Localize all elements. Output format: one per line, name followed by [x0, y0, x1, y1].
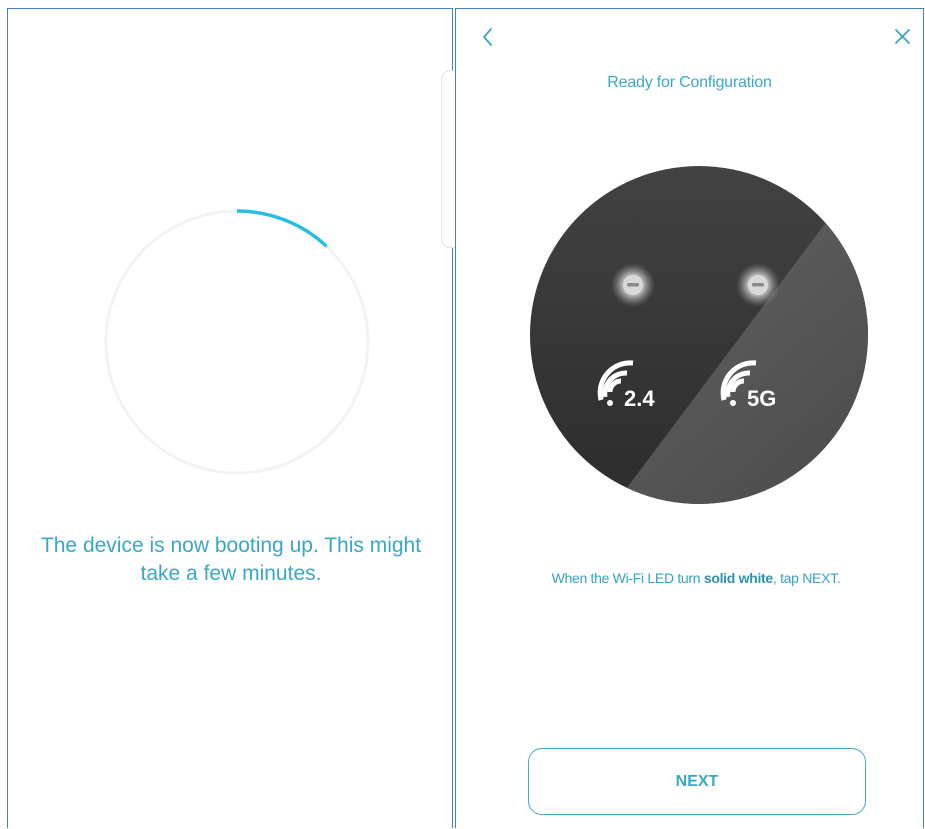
instruction-emphasis: solid white: [703, 570, 773, 586]
next-button[interactable]: NEXT: [528, 748, 866, 815]
router-top-illustration: 2.4 5G: [530, 166, 868, 504]
led-indicator-24: [611, 263, 655, 307]
chevron-left-icon: [483, 28, 492, 46]
close-button[interactable]: [888, 23, 916, 51]
led-indicator-5g: [736, 263, 780, 307]
loading-spinner: [104, 209, 370, 475]
boot-message: The device is now booting up. This might…: [40, 534, 422, 585]
boot-screen: The device is now booting up. This might…: [7, 8, 453, 828]
instruction-text: When the Wi-Fi LED turn solid white, tap…: [456, 570, 923, 586]
band-24-label: 2.4: [624, 386, 655, 411]
instruction-prefix: When the Wi-Fi LED turn: [551, 570, 704, 586]
background-card-edge: [441, 70, 455, 248]
page-title: Ready for Configuration: [607, 74, 772, 91]
config-screen: Ready for Configuration 2.4 5G When the …: [455, 8, 924, 828]
close-icon: [895, 29, 910, 44]
instruction-suffix: , tap NEXT.: [772, 570, 841, 586]
back-button[interactable]: [476, 23, 500, 51]
band-5g-label: 5G: [747, 386, 776, 411]
spinner-arc: [236, 209, 328, 248]
screenshot-stage: The device is now booting up. This might…: [0, 0, 925, 829]
